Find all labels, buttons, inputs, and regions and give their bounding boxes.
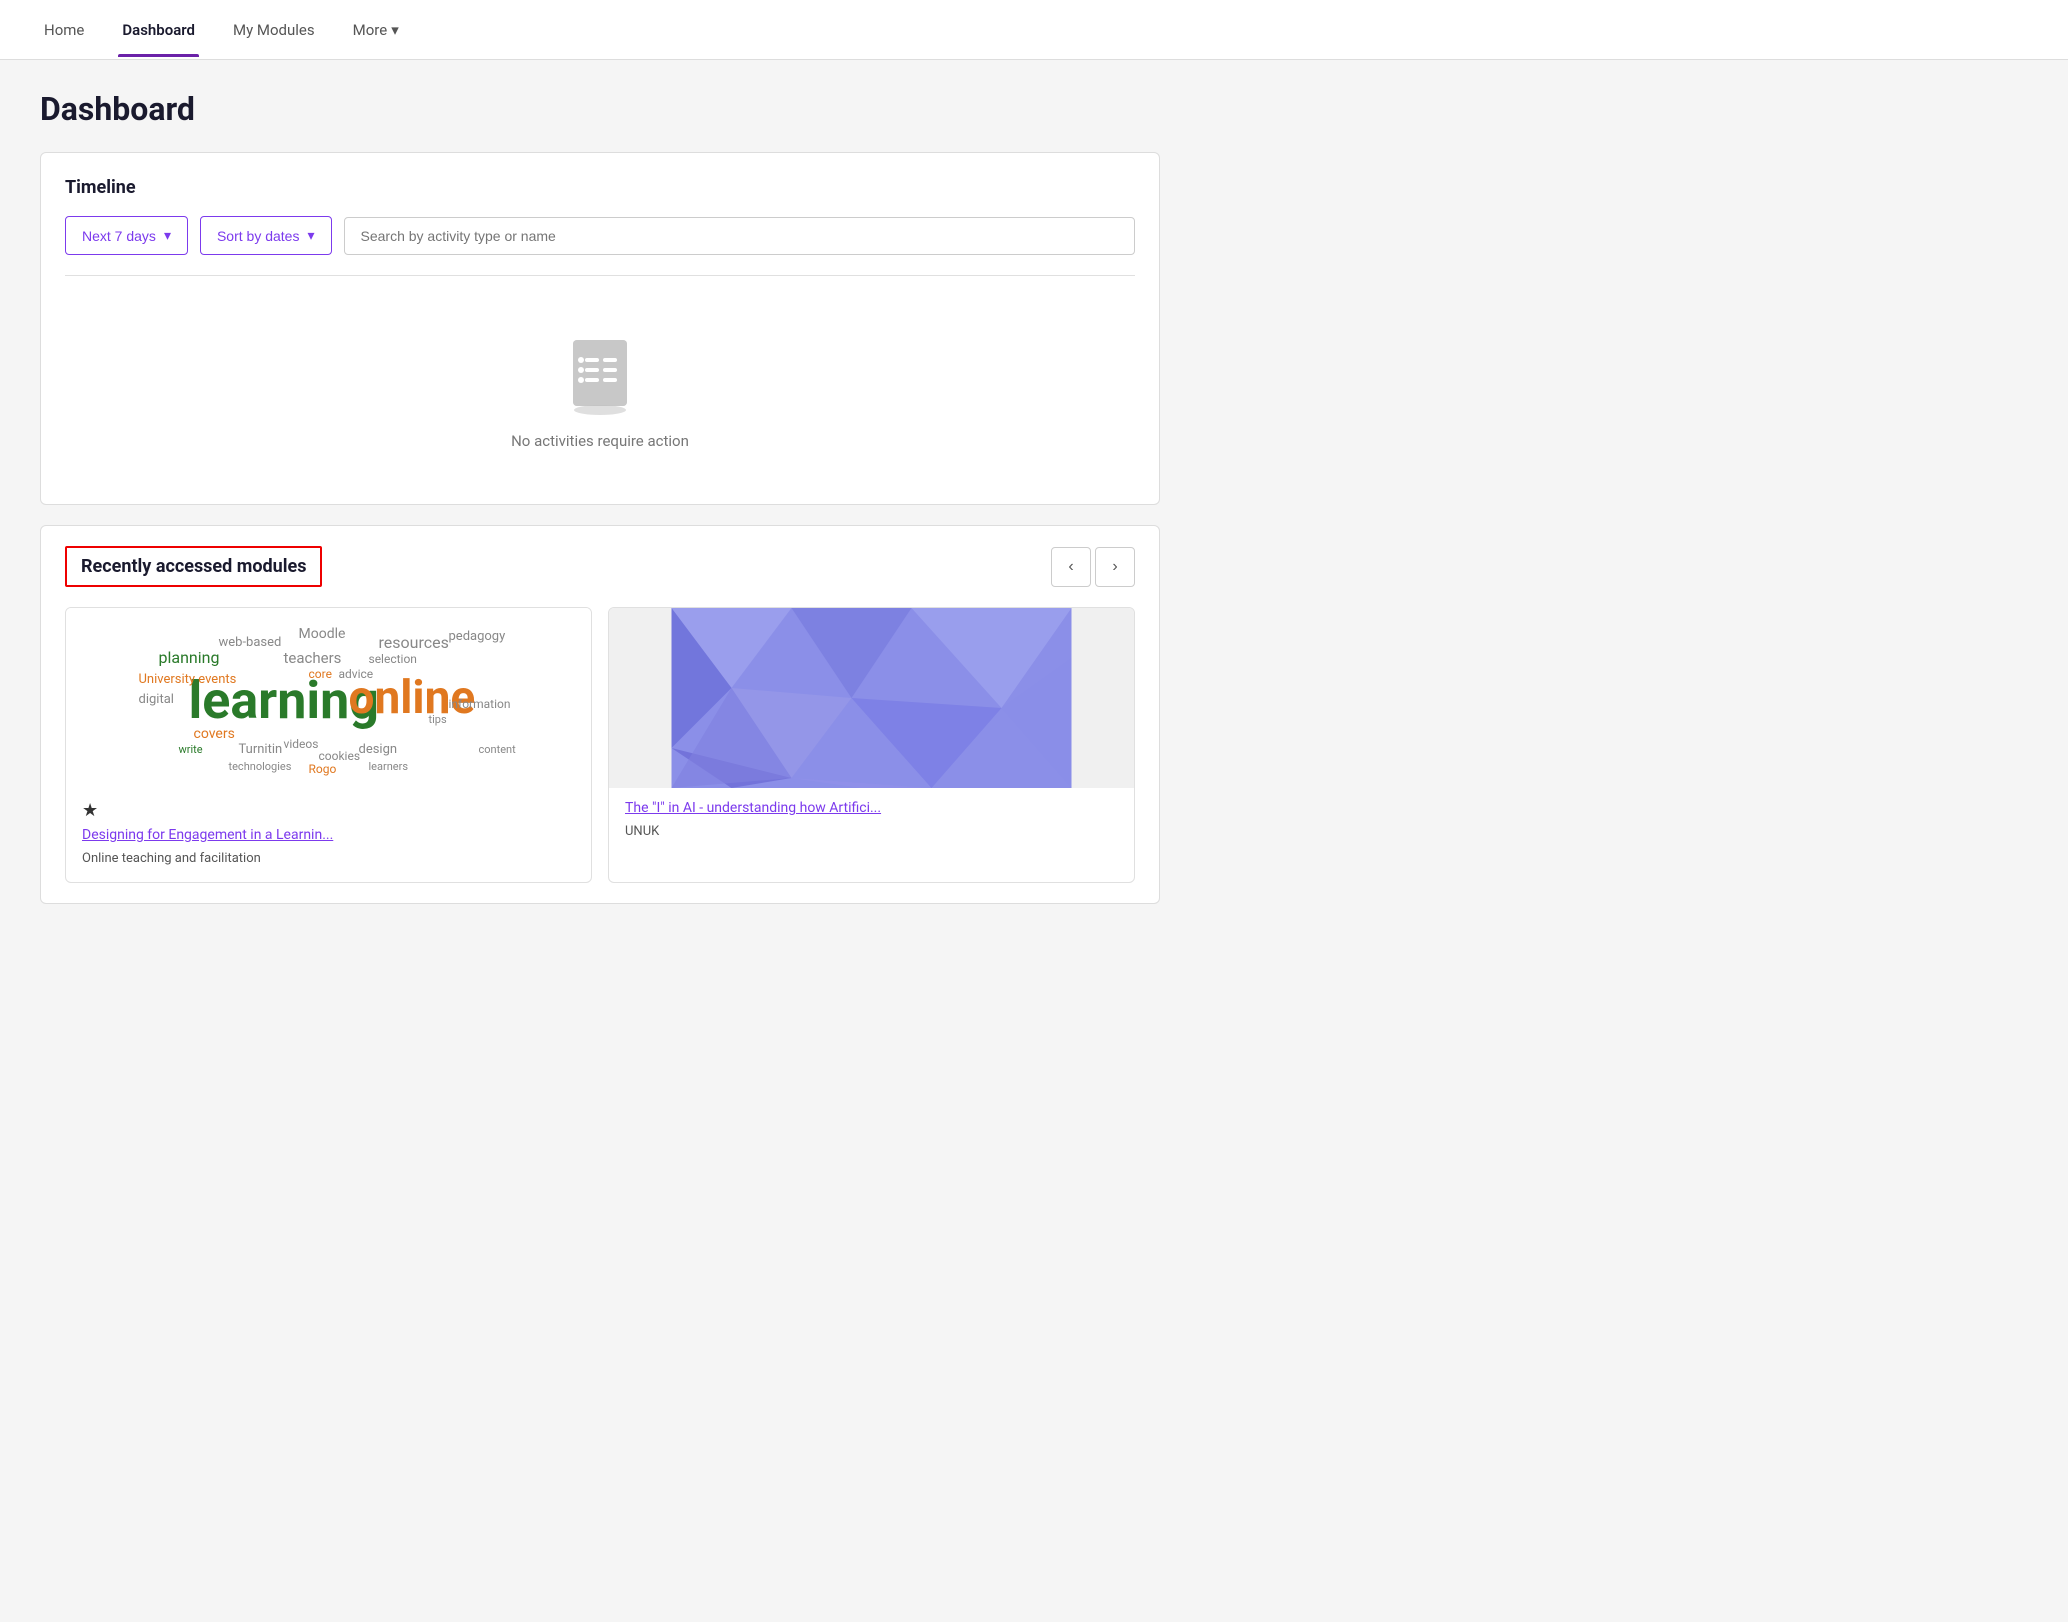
svg-text:Moodle: Moodle <box>299 626 346 642</box>
timeline-empty-state: No activities require action <box>65 306 1135 480</box>
chevron-down-icon: ▾ <box>391 21 399 39</box>
word-cloud: learning online planning web-based Moodl… <box>66 608 591 788</box>
module-subtitle-2: UNUK <box>625 824 659 839</box>
nav-dashboard[interactable]: Dashboard <box>118 3 199 57</box>
modules-grid: learning online planning web-based Moodl… <box>65 607 1135 883</box>
modules-header: Recently accessed modules ‹ › <box>65 546 1135 587</box>
date-filter-dropdown[interactable]: Next 7 days ▾ <box>65 216 188 255</box>
module-card-1[interactable]: learning online planning web-based Moodl… <box>65 607 592 883</box>
svg-text:planning: planning <box>159 648 220 667</box>
svg-text:core: core <box>309 667 332 681</box>
polygon-image <box>609 608 1134 788</box>
chevron-right-icon: › <box>1112 558 1117 576</box>
page-title: Dashboard <box>40 90 1160 128</box>
sort-dropdown[interactable]: Sort by dates ▾ <box>200 216 332 255</box>
svg-text:web-based: web-based <box>219 635 282 650</box>
svg-text:digital: digital <box>139 692 174 707</box>
module-info-1: ★ Designing for Engagement in a Learnin.… <box>66 788 591 882</box>
modules-next-button[interactable]: › <box>1095 547 1135 587</box>
svg-text:pedagogy: pedagogy <box>449 629 506 644</box>
modules-card: Recently accessed modules ‹ › learning <box>40 525 1160 904</box>
svg-text:Rogo: Rogo <box>309 762 337 776</box>
modules-prev-button[interactable]: ‹ <box>1051 547 1091 587</box>
svg-text:technologies: technologies <box>229 760 292 773</box>
svg-text:advice: advice <box>339 667 374 681</box>
nav-my-modules[interactable]: My Modules <box>229 3 319 57</box>
nav-bar: Home Dashboard My Modules More ▾ <box>0 0 2068 60</box>
empty-state-icon <box>565 336 635 416</box>
svg-text:University events: University events <box>139 672 237 687</box>
modules-nav-arrows: ‹ › <box>1051 547 1135 587</box>
svg-text:information: information <box>449 697 511 711</box>
svg-text:Turnitin: Turnitin <box>239 742 283 757</box>
chevron-down-icon: ▾ <box>164 227 171 244</box>
activity-search-input[interactable] <box>344 217 1136 255</box>
svg-text:teachers: teachers <box>284 649 342 667</box>
nav-more[interactable]: More ▾ <box>349 3 403 57</box>
page-content: Dashboard Timeline Next 7 days ▾ Sort by… <box>0 60 1200 934</box>
svg-text:learners: learners <box>369 760 409 773</box>
module-image-1: learning online planning web-based Moodl… <box>66 608 591 788</box>
module-star-1: ★ <box>82 800 575 821</box>
timeline-card: Timeline Next 7 days ▾ Sort by dates ▾ <box>40 152 1160 505</box>
module-link-1[interactable]: Designing for Engagement in a Learnin... <box>82 827 575 843</box>
svg-text:write: write <box>179 743 203 756</box>
modules-title: Recently accessed modules <box>65 546 322 587</box>
timeline-controls: Next 7 days ▾ Sort by dates ▾ <box>65 216 1135 255</box>
svg-text:design: design <box>359 742 398 757</box>
nav-home[interactable]: Home <box>40 3 88 57</box>
module-info-2: The "I" in AI - understanding how Artifi… <box>609 788 1134 855</box>
svg-text:cookies: cookies <box>319 749 361 763</box>
timeline-divider <box>65 275 1135 276</box>
module-image-2 <box>609 608 1134 788</box>
module-subtitle-1: Online teaching and facilitation <box>82 851 261 866</box>
chevron-down-icon: ▾ <box>307 227 314 244</box>
chevron-left-icon: ‹ <box>1068 558 1073 576</box>
timeline-title: Timeline <box>65 177 1135 198</box>
svg-text:covers: covers <box>194 726 235 742</box>
empty-state-text: No activities require action <box>511 432 689 450</box>
svg-text:tips: tips <box>429 713 447 726</box>
module-card-2[interactable]: The "I" in AI - understanding how Artifi… <box>608 607 1135 883</box>
module-link-2[interactable]: The "I" in AI - understanding how Artifi… <box>625 800 1118 816</box>
svg-text:selection: selection <box>369 652 417 666</box>
svg-text:videos: videos <box>284 737 319 751</box>
svg-text:resources: resources <box>379 633 449 652</box>
svg-text:content: content <box>479 743 517 756</box>
